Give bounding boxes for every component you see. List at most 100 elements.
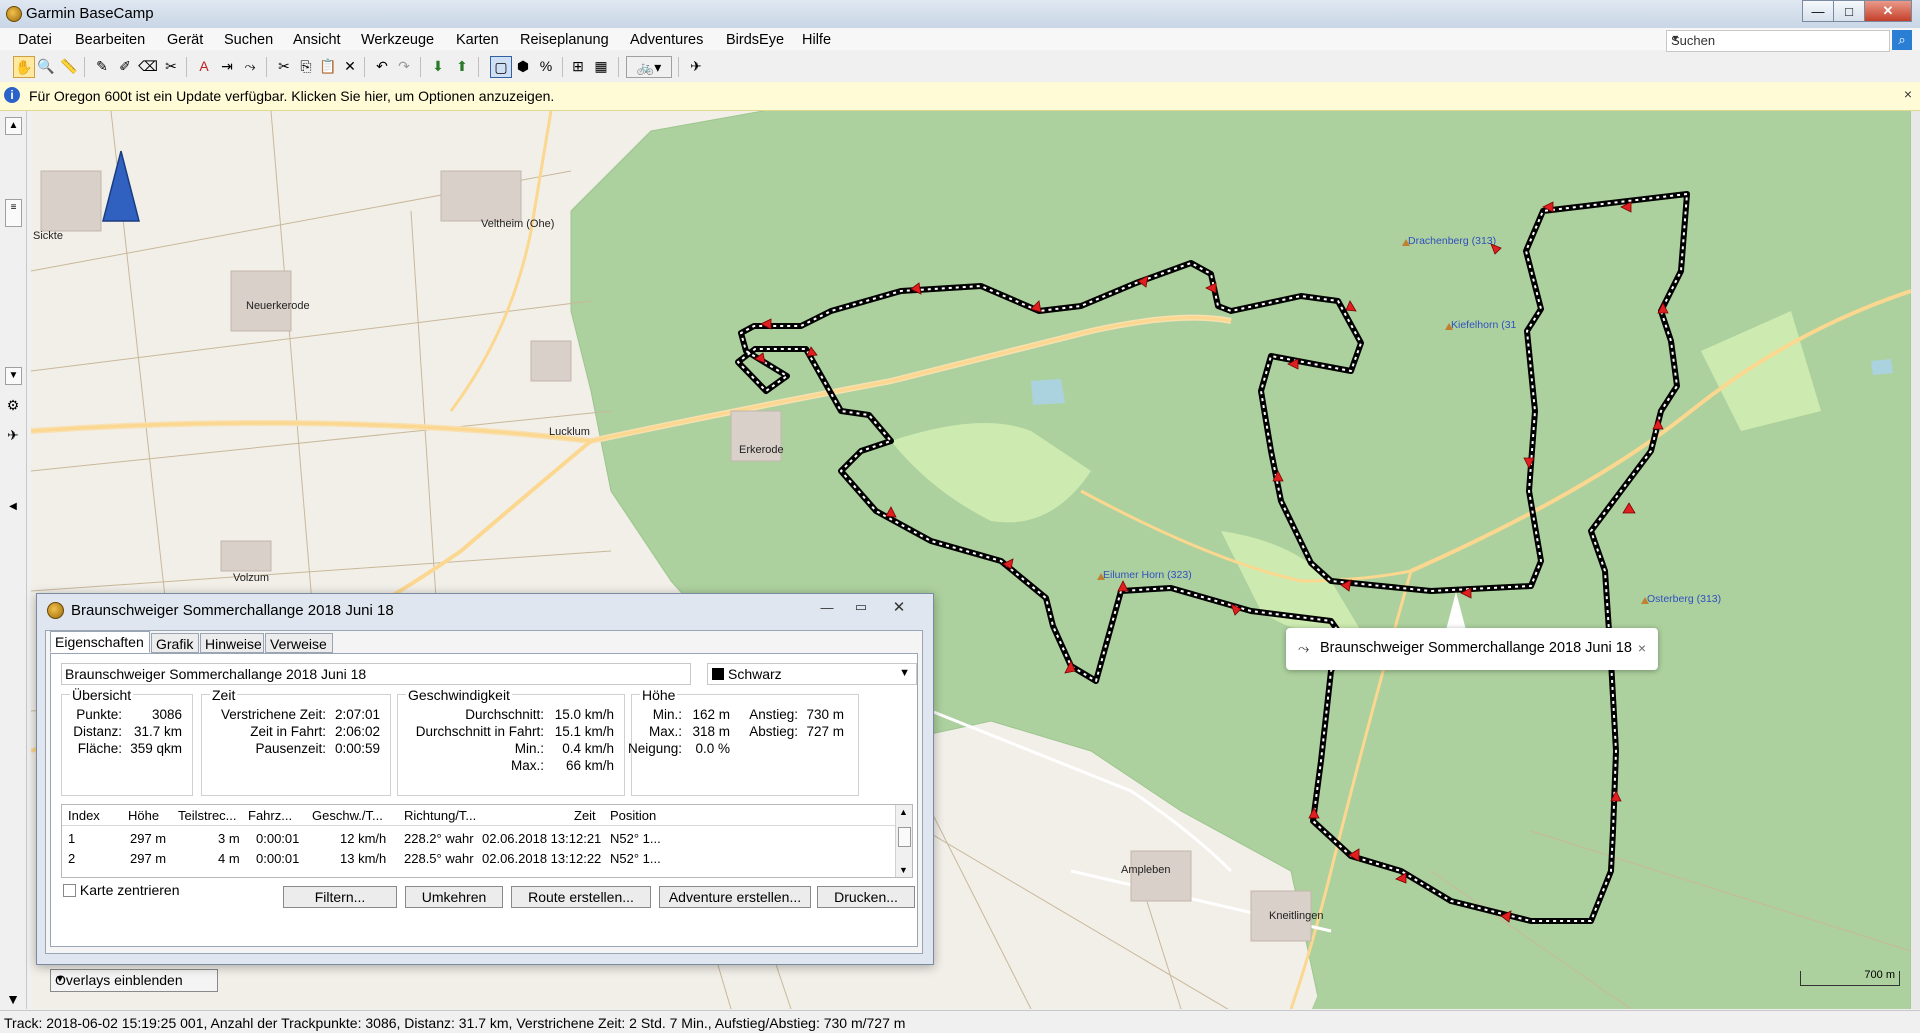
send-to-device-icon[interactable]: ⬆ xyxy=(452,56,472,76)
copy-icon[interactable]: ⎘ xyxy=(296,56,316,76)
close-button[interactable]: ✕ xyxy=(1864,0,1912,22)
column-header-position[interactable]: Position xyxy=(610,808,656,823)
menu-adventures[interactable]: Adventures xyxy=(630,32,703,48)
scroll-up-icon[interactable]: ▲ xyxy=(5,117,22,135)
3d-view-icon[interactable]: ⬢ xyxy=(513,56,533,76)
paste-icon[interactable]: 📋 xyxy=(318,56,338,76)
trackpoints-table[interactable]: Index Höhe Teilstrec... Fahrz... Geschw.… xyxy=(61,804,913,878)
column-header-leg-distance[interactable]: Teilstrec... xyxy=(178,808,237,823)
eraser-icon[interactable]: ⌫ xyxy=(138,56,158,76)
menu-geraet[interactable]: Gerät xyxy=(167,32,203,48)
zoom-tool-icon[interactable]: 🔍 xyxy=(36,56,56,76)
center-map-label: Karte zentrieren xyxy=(79,882,180,898)
map-vertical-scrollbar[interactable] xyxy=(1911,111,1920,1009)
chevron-down-icon: ▼ xyxy=(899,667,910,679)
scissors-track-icon[interactable]: ✂ xyxy=(161,56,181,76)
overlays-dropdown[interactable]: Overlays einblenden ▼ xyxy=(50,969,218,992)
scroll-thumb[interactable]: ≡ xyxy=(5,199,22,227)
undo-icon[interactable]: ↶ xyxy=(372,56,392,76)
menu-bearbeiten[interactable]: Bearbeiten xyxy=(75,32,145,48)
column-header-index[interactable]: Index xyxy=(68,808,100,823)
tab-eigenschaften[interactable]: Eigenschaften xyxy=(50,631,150,653)
grade-value: 0.0 % xyxy=(695,741,730,756)
chevron-down-icon[interactable]: ▼ xyxy=(1671,33,1885,43)
birdseye-icon[interactable]: ✈ xyxy=(686,56,706,76)
scroll-down-icon[interactable]: ▼ xyxy=(5,367,22,385)
track-color-select[interactable]: Schwarz ▼ xyxy=(707,663,917,685)
place-label-erkerode: Erkerode xyxy=(739,444,784,456)
track-popup[interactable]: ⤳ Braunschweiger Sommerchallange 2018 Ju… xyxy=(1286,628,1658,670)
create-adventure-button[interactable]: Adventure erstellen... xyxy=(659,886,811,908)
search-icon[interactable]: ⌕ xyxy=(1892,30,1912,50)
track-name-field[interactable]: Braunschweiger Sommerchallange 2018 Juni… xyxy=(61,663,691,685)
satellite-icon[interactable]: ✈ xyxy=(4,427,22,445)
scroll-down-icon[interactable]: ▼ xyxy=(899,865,908,875)
tab-grafik[interactable]: Grafik xyxy=(151,633,199,653)
peak-label-kiefelhorn: Kiefelhorn (31 xyxy=(1451,319,1517,331)
print-button[interactable]: Drucken... xyxy=(817,886,915,908)
ascent-value: 730 m xyxy=(806,707,844,722)
new-waypoint-icon[interactable]: ✎ xyxy=(92,56,112,76)
menu-birdseye[interactable]: BirdsEye xyxy=(726,32,784,48)
tab-verweise[interactable]: Verweise xyxy=(265,633,333,653)
descent-label: Abstieg: xyxy=(749,724,798,739)
center-map-checkbox[interactable]: Karte zentrieren xyxy=(63,882,180,898)
settings-icon[interactable]: ⚙ xyxy=(4,397,22,415)
maximize-button[interactable]: □ xyxy=(1833,0,1865,22)
measure-tool-icon[interactable]: 📏 xyxy=(59,56,79,76)
update-notification-text[interactable]: Für Oregon 600t ist ein Update verfügbar… xyxy=(29,88,554,104)
hand-tool-icon[interactable]: ✋ xyxy=(13,56,35,78)
filter-icon[interactable]: ▼ xyxy=(4,991,22,1009)
close-icon[interactable]: × xyxy=(1638,640,1646,656)
redo-icon[interactable]: ↷ xyxy=(394,56,414,76)
dialog-maximize-button[interactable]: ▭ xyxy=(845,597,877,617)
menu-reiseplanung[interactable]: Reiseplanung xyxy=(520,32,609,48)
checkbox-box[interactable] xyxy=(63,884,76,897)
elevation-title: Höhe xyxy=(640,687,678,703)
track-popup-label[interactable]: Braunschweiger Sommerchallange 2018 Juni… xyxy=(1320,640,1632,656)
menu-werkzeuge[interactable]: Werkzeuge xyxy=(361,32,434,48)
dialog-close-button[interactable]: ✕ xyxy=(879,597,919,617)
map-detail-icon[interactable]: ▦ xyxy=(591,56,611,76)
distance-label: Distanz: xyxy=(73,724,122,739)
menu-hilfe[interactable]: Hilfe xyxy=(802,32,831,48)
scroll-thumb[interactable] xyxy=(898,827,911,847)
avg-speed-value: 15.0 km/h xyxy=(554,707,614,722)
column-header-leg-time[interactable]: Fahrz... xyxy=(248,808,292,823)
column-header-speed[interactable]: Geschw./T... xyxy=(312,808,383,823)
moving-time-value: 2:06:02 xyxy=(334,724,380,739)
create-route-button[interactable]: Route erstellen... xyxy=(511,886,651,908)
column-header-elevation[interactable]: Höhe xyxy=(128,808,159,823)
search-input[interactable]: Suchen ▼ xyxy=(1666,30,1890,52)
column-header-time[interactable]: Zeit xyxy=(574,808,596,823)
column-header-direction[interactable]: Richtung/T... xyxy=(404,808,476,823)
fit-map-icon[interactable]: ⊞ xyxy=(568,56,588,76)
menu-karten[interactable]: Karten xyxy=(456,32,499,48)
update-notification-bar[interactable]: i Für Oregon 600t ist ein Update verfügb… xyxy=(0,82,1920,111)
route-tool-icon[interactable]: A xyxy=(194,56,214,76)
activity-profile-icon[interactable]: 🚲▾ xyxy=(626,56,672,78)
tile-view-icon[interactable]: % xyxy=(536,56,556,76)
receive-from-device-icon[interactable]: ⬇ xyxy=(428,56,448,76)
tab-hinweise[interactable]: Hinweise xyxy=(200,633,264,653)
minimize-button[interactable]: — xyxy=(1802,0,1834,22)
collapse-panel-icon[interactable]: ◀ xyxy=(4,501,22,519)
direction-tool-icon[interactable]: ⤳ xyxy=(240,56,260,76)
filter-button[interactable]: Filtern... xyxy=(283,886,397,908)
dialog-minimize-button[interactable]: — xyxy=(811,597,843,617)
menu-ansicht[interactable]: Ansicht xyxy=(293,32,341,48)
scroll-up-icon[interactable]: ▲ xyxy=(899,807,908,817)
edit-track-icon[interactable]: ✐ xyxy=(115,56,135,76)
menu-suchen[interactable]: Suchen xyxy=(224,32,273,48)
2d-view-icon[interactable]: ▢ xyxy=(490,56,512,78)
reverse-button[interactable]: Umkehren xyxy=(405,886,503,908)
close-icon[interactable]: × xyxy=(1904,86,1912,102)
max-elevation-value: 318 m xyxy=(692,724,730,739)
table-scrollbar[interactable]: ▲ ▼ xyxy=(895,805,912,877)
delete-icon[interactable]: ✕ xyxy=(340,56,360,76)
area-value: 359 qkm xyxy=(130,741,182,756)
insert-tool-icon[interactable]: ⇥ xyxy=(217,56,237,76)
avg-moving-speed-value: 15.1 km/h xyxy=(554,724,614,739)
cut-icon[interactable]: ✂ xyxy=(274,56,294,76)
menu-datei[interactable]: Datei xyxy=(18,32,52,48)
